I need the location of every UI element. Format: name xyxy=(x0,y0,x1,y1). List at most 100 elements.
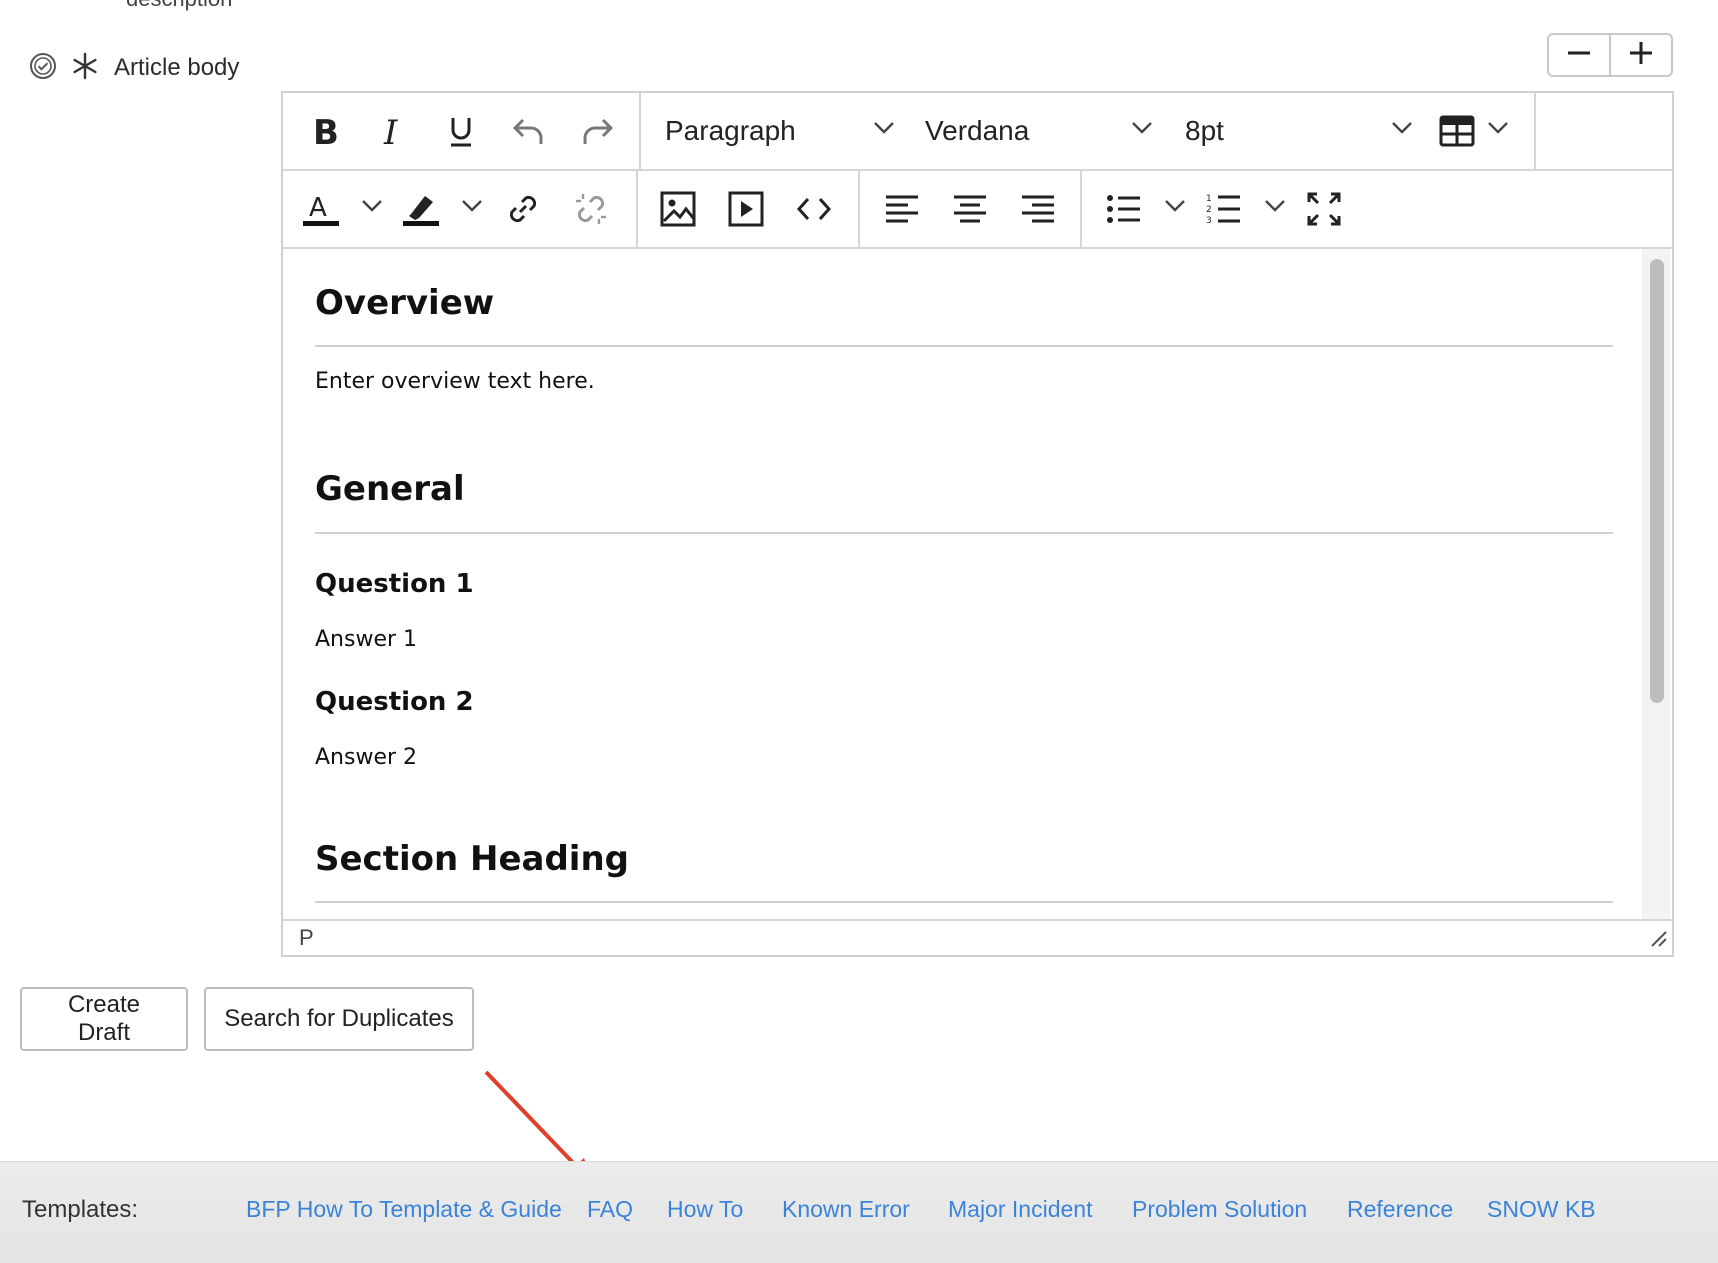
toolbar-group-media xyxy=(638,171,860,247)
divider xyxy=(315,901,1613,903)
font-size-value: 8pt xyxy=(1185,115,1224,146)
template-link-known-error[interactable]: Known Error xyxy=(782,1196,910,1223)
question-1: Question 1 xyxy=(315,569,474,599)
svg-text:3: 3 xyxy=(1206,216,1212,226)
bullet-list-icon xyxy=(1104,189,1144,229)
block-format-value: Paragraph xyxy=(665,115,796,146)
bold-button[interactable]: B xyxy=(305,111,345,151)
search-duplicates-button[interactable]: Search for Duplicates xyxy=(204,987,474,1051)
chevron-down-icon xyxy=(1487,121,1509,140)
resize-handle-icon[interactable] xyxy=(1648,928,1668,953)
font-size-dropdown[interactable]: 8pt xyxy=(1161,93,1413,169)
chevron-down-icon xyxy=(1164,199,1186,218)
remove-link-button[interactable] xyxy=(571,189,611,229)
redo-button[interactable] xyxy=(577,111,617,151)
divider xyxy=(315,345,1613,347)
template-link-major-incident[interactable]: Major Incident xyxy=(948,1196,1092,1223)
bold-icon: B xyxy=(310,114,340,148)
svg-text:2: 2 xyxy=(1206,205,1212,215)
align-right-button[interactable] xyxy=(1018,189,1058,229)
highlight-color-button[interactable] xyxy=(401,171,493,247)
text-color-button[interactable]: A xyxy=(301,171,393,247)
template-link-how-to[interactable]: How To xyxy=(667,1196,743,1223)
chevron-down-icon xyxy=(873,121,895,140)
image-icon xyxy=(660,191,696,227)
chevron-down-icon xyxy=(461,199,483,218)
svg-text:A: A xyxy=(309,193,327,223)
insert-link-button[interactable] xyxy=(503,189,543,229)
question-2: Question 2 xyxy=(315,687,474,717)
highlighter-icon xyxy=(401,189,441,229)
insert-media-button[interactable] xyxy=(726,189,766,229)
answer-2: Answer 2 xyxy=(315,745,418,770)
minus-icon xyxy=(1566,40,1592,71)
underline-icon xyxy=(446,114,476,148)
chevron-down-icon xyxy=(1391,121,1413,140)
toolbar-row-1: B I Paragraph Verdana 8pt xyxy=(283,93,1672,171)
editor-statusbar: P xyxy=(283,919,1672,955)
templates-label: Templates: xyxy=(22,1196,139,1223)
table-button[interactable] xyxy=(1437,93,1533,169)
align-right-icon xyxy=(1020,193,1056,225)
element-path[interactable]: P xyxy=(299,925,314,951)
toolbar-group-format: Paragraph Verdana 8pt xyxy=(641,93,1536,169)
svg-text:1: 1 xyxy=(1206,194,1212,204)
fullscreen-button[interactable] xyxy=(1304,189,1344,229)
plus-icon xyxy=(1628,40,1654,71)
insert-image-button[interactable] xyxy=(658,189,698,229)
chevron-down-icon xyxy=(1131,121,1153,140)
general-heading: General xyxy=(315,469,465,509)
table-icon xyxy=(1437,111,1477,151)
numbered-list-button[interactable]: 123 xyxy=(1204,171,1296,247)
toolbar-group-text: A xyxy=(283,171,638,247)
align-left-button[interactable] xyxy=(882,189,922,229)
editor-size-controls xyxy=(1547,33,1673,77)
field-label-description: description xyxy=(126,0,232,12)
required-asterisk-icon xyxy=(70,51,100,86)
numbered-list-icon: 123 xyxy=(1204,189,1244,229)
italic-icon: I xyxy=(379,114,407,148)
undo-icon xyxy=(511,114,547,148)
check-circle-icon xyxy=(28,51,58,86)
section-heading: Section Heading xyxy=(315,839,630,879)
toolbar-group-lists: 123 xyxy=(1082,171,1382,247)
overview-heading: Overview xyxy=(315,283,495,323)
svg-text:B: B xyxy=(313,114,339,148)
template-link-problem-solution[interactable]: Problem Solution xyxy=(1132,1196,1307,1223)
source-code-button[interactable] xyxy=(794,189,834,229)
editor-scrollbar[interactable] xyxy=(1642,249,1670,919)
code-icon xyxy=(796,194,832,224)
video-icon xyxy=(728,191,764,227)
undo-button[interactable] xyxy=(509,111,549,151)
font-family-value: Verdana xyxy=(925,115,1030,146)
template-link-bfp-how-to[interactable]: BFP How To Template & Guide xyxy=(246,1196,562,1223)
templates-bar: Templates: BFP How To Template & Guide F… xyxy=(0,1161,1718,1263)
toolbar-group-history: B I xyxy=(283,93,641,169)
link-icon xyxy=(505,191,541,227)
answer-1: Answer 1 xyxy=(315,627,418,652)
article-body-label: Article body xyxy=(28,48,239,88)
svg-text:I: I xyxy=(383,114,398,148)
grow-editor-button[interactable] xyxy=(1609,35,1671,75)
shrink-editor-button[interactable] xyxy=(1549,35,1609,75)
article-body-label-text: Article body xyxy=(114,54,240,81)
template-link-reference[interactable]: Reference xyxy=(1347,1196,1453,1223)
align-center-button[interactable] xyxy=(950,189,990,229)
editor-content-area[interactable]: Overview Enter overview text here. Gener… xyxy=(283,249,1645,919)
chevron-down-icon xyxy=(361,199,383,218)
chevron-down-icon xyxy=(1264,199,1286,218)
divider xyxy=(315,532,1613,534)
redo-icon xyxy=(579,114,615,148)
align-center-icon xyxy=(952,193,988,225)
scrollbar-thumb[interactable] xyxy=(1650,259,1664,703)
unlink-icon xyxy=(573,191,609,227)
underline-button[interactable] xyxy=(441,111,481,151)
fullscreen-icon xyxy=(1306,191,1342,227)
block-format-dropdown[interactable]: Paragraph xyxy=(641,93,901,169)
bullet-list-button[interactable] xyxy=(1104,171,1196,247)
template-link-snow-kb[interactable]: SNOW KB xyxy=(1487,1196,1596,1223)
create-draft-button[interactable]: Create Draft xyxy=(20,987,188,1051)
font-family-dropdown[interactable]: Verdana xyxy=(901,93,1161,169)
italic-button[interactable]: I xyxy=(373,111,413,151)
template-link-faq[interactable]: FAQ xyxy=(587,1196,633,1223)
